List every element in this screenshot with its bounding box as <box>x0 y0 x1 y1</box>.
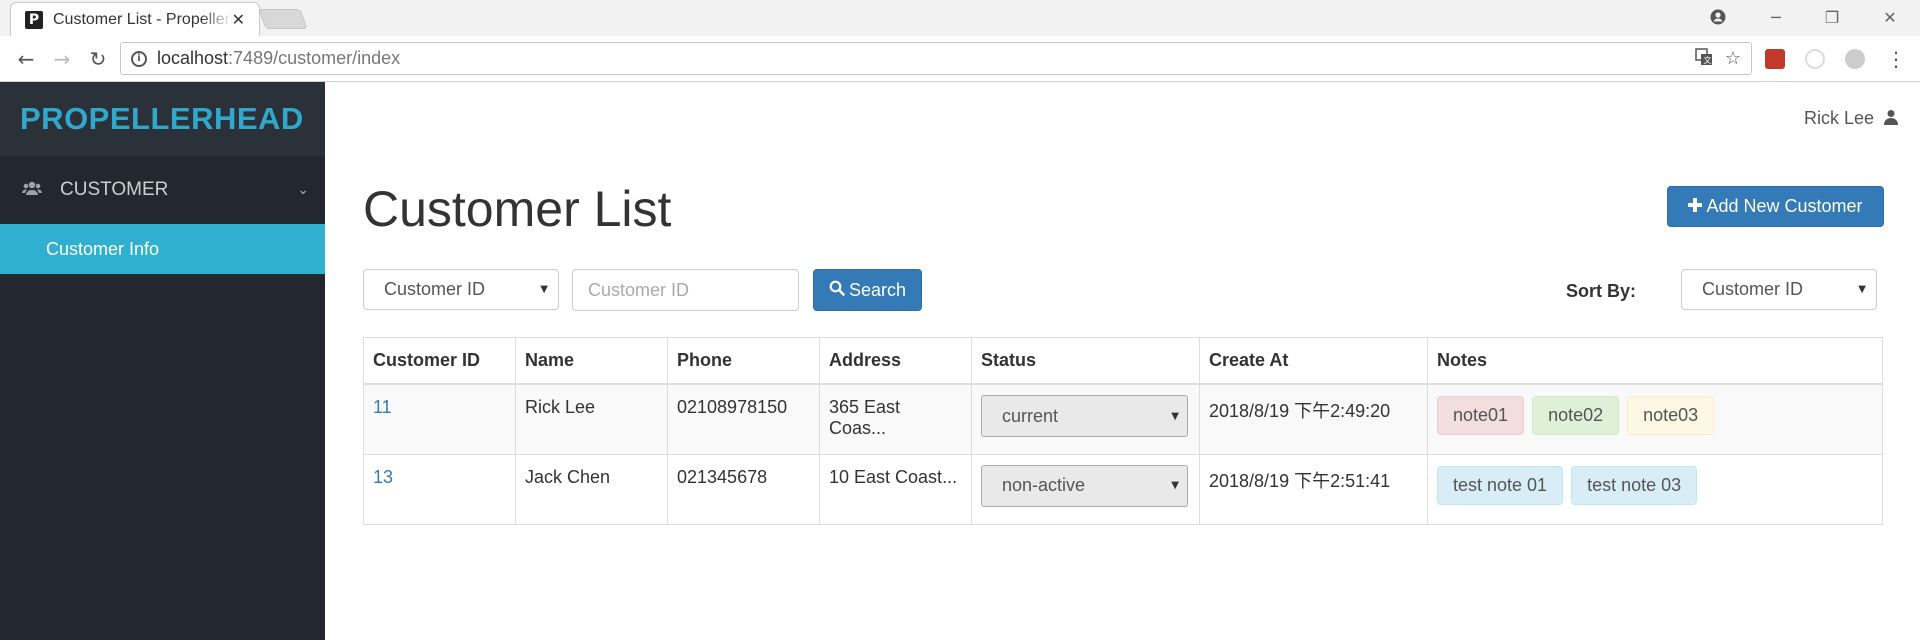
cell-status: non-active ▼ <box>971 453 1200 525</box>
url-path: :7489/customer/index <box>228 48 401 68</box>
note-badge[interactable]: note01 <box>1437 396 1525 435</box>
sidebar-group-label: CUSTOMER <box>60 179 169 200</box>
sidebar-group-customer[interactable]: CUSTOMER ⌄ <box>0 156 325 224</box>
search-input[interactable] <box>572 269 799 311</box>
reload-icon[interactable]: ↻ <box>84 45 112 73</box>
customer-id-link[interactable]: 13 <box>373 467 393 487</box>
status-select[interactable]: current ▼ <box>981 395 1188 437</box>
sort-by-label: Sort By: <box>1566 281 1637 301</box>
url-text: localhost:7489/customer/index <box>157 48 400 69</box>
users-icon <box>22 180 42 201</box>
brand-logo[interactable]: PROPELLERHEAD <box>0 82 325 156</box>
extension-2-icon[interactable] <box>1805 49 1825 69</box>
sort-by-select[interactable]: Customer ID ▼ <box>1681 269 1877 310</box>
cell-address: 365 East Coas... <box>819 383 972 455</box>
table-header-row: Customer ID Name Phone Address Status Cr… <box>363 337 1883 385</box>
new-tab-button[interactable] <box>258 9 308 29</box>
url-host: localhost <box>157 48 229 68</box>
caret-down-icon: ▼ <box>1858 284 1866 295</box>
column-header-create-at[interactable]: Create At <box>1199 337 1428 385</box>
cell-notes: test note 01 test note 03 <box>1427 453 1883 525</box>
column-header-address[interactable]: Address <box>819 337 972 385</box>
table-row: 11 Rick Lee 02108978150 365 East Coas...… <box>363 383 1883 455</box>
browser-tab-bar: P Customer List - Propellerhead ✕ ─ ❐ ✕ <box>0 0 1920 36</box>
close-window-button[interactable]: ✕ <box>1870 4 1910 30</box>
column-header-name[interactable]: Name <box>515 337 668 385</box>
tab-close-icon[interactable]: ✕ <box>232 10 245 29</box>
status-value: current <box>1002 405 1059 426</box>
main-content: Customer List Add New Customer Customer … <box>325 156 1920 640</box>
top-header: Rick Lee <box>325 82 1920 156</box>
extension-3-icon[interactable] <box>1845 49 1865 69</box>
note-badge[interactable]: test note 01 <box>1437 465 1564 505</box>
search-button-label: Search <box>848 279 907 300</box>
sort-by-value: Customer ID <box>1702 279 1804 299</box>
search-icon <box>829 280 845 301</box>
sidebar: PROPELLERHEAD CUSTOMER ⌄ Customer Info <box>0 82 325 640</box>
cell-notes: note01 note02 note03 <box>1427 383 1883 455</box>
cell-name: Rick Lee <box>515 383 668 455</box>
chrome-menu-icon[interactable]: ⋮ <box>1882 45 1910 73</box>
sidebar-item-label: Customer Info <box>46 238 160 259</box>
user-menu[interactable]: Rick Lee <box>1804 108 1898 129</box>
minimize-button[interactable]: ─ <box>1756 4 1796 30</box>
sidebar-item-customer-info[interactable]: Customer Info <box>0 224 325 274</box>
extension-icon[interactable] <box>1765 49 1785 69</box>
cell-customer-id: 13 <box>363 453 516 525</box>
filter-field-select[interactable]: Customer ID ▼ <box>363 269 559 310</box>
cell-phone: 02108978150 <box>667 383 820 455</box>
cell-name: Jack Chen <box>515 453 668 525</box>
user-name: Rick Lee <box>1803 108 1874 128</box>
svg-text:文: 文 <box>1703 55 1711 65</box>
site-info-icon[interactable]: i <box>131 50 147 67</box>
column-header-customer-id[interactable]: Customer ID <box>363 337 516 385</box>
cell-status: current ▼ <box>971 383 1200 455</box>
translate-icon[interactable]: 文 <box>1695 48 1713 71</box>
site-favicon-icon: P <box>25 10 43 29</box>
browser-toolbar: ← → ↻ i localhost:7489/customer/index 文 … <box>0 36 1920 82</box>
note-badge[interactable]: note02 <box>1532 396 1620 435</box>
customer-table: Customer ID Name Phone Address Status Cr… <box>363 337 1883 525</box>
caret-down-icon: ▼ <box>1171 410 1179 422</box>
column-header-status[interactable]: Status <box>971 337 1200 385</box>
column-header-notes[interactable]: Notes <box>1427 337 1883 385</box>
note-badge[interactable]: test note 03 <box>1571 465 1698 505</box>
table-row: 13 Jack Chen 021345678 10 East Coast... … <box>363 453 1883 525</box>
customer-id-link[interactable]: 11 <box>373 397 392 417</box>
cell-customer-id: 11 <box>363 383 516 455</box>
chevron-down-icon: ⌄ <box>297 182 309 198</box>
filter-field-value: Customer ID <box>384 279 486 299</box>
restore-button[interactable]: ❐ <box>1812 4 1852 30</box>
add-customer-button[interactable]: Add New Customer <box>1667 186 1884 227</box>
page-title: Customer List <box>363 181 672 237</box>
cell-create-at: 2018/8/19 下午2:51:41 <box>1199 453 1428 525</box>
cell-phone: 021345678 <box>667 453 820 525</box>
browser-tab[interactable]: P Customer List - Propellerhead ✕ <box>10 2 260 36</box>
tab-title: Customer List - Propellerhead <box>53 10 233 28</box>
bookmark-star-icon[interactable]: ☆ <box>1725 48 1741 71</box>
add-customer-label: Add New Customer <box>1706 196 1863 216</box>
cell-create-at: 2018/8/19 下午2:49:20 <box>1199 383 1428 455</box>
search-button[interactable]: Search <box>813 269 922 311</box>
caret-down-icon: ▼ <box>1171 480 1179 491</box>
address-bar[interactable]: i localhost:7489/customer/index 文 ☆ <box>120 42 1752 75</box>
note-badge[interactable]: note03 <box>1627 396 1715 435</box>
column-header-phone[interactable]: Phone <box>667 337 820 385</box>
user-icon <box>1884 109 1898 129</box>
caret-down-icon: ▼ <box>540 284 548 295</box>
plus-icon <box>1688 196 1703 217</box>
status-value: non-active <box>1002 475 1086 495</box>
forward-arrow-icon[interactable]: → <box>48 45 76 73</box>
profile-icon[interactable] <box>1698 4 1738 30</box>
cell-address: 10 East Coast... <box>819 453 972 525</box>
back-arrow-icon[interactable]: ← <box>12 45 40 73</box>
status-select[interactable]: non-active ▼ <box>981 464 1188 507</box>
